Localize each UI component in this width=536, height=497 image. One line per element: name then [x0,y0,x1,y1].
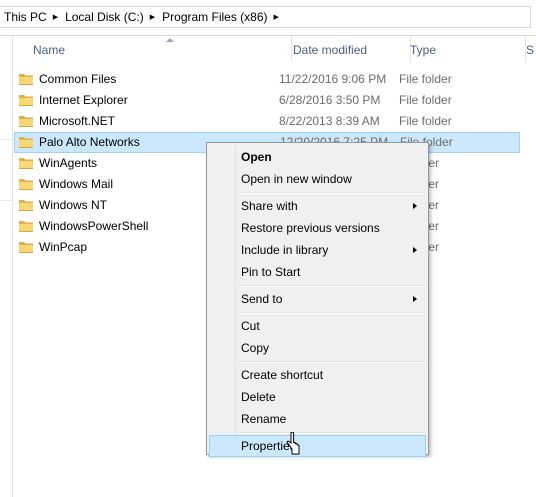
file-name: Microsoft.NET [39,114,116,128]
menu-item-label: Open in new window [241,172,352,186]
folder-icon [19,242,33,253]
chevron-right-icon [413,247,417,253]
menu-item-label: Create shortcut [241,368,324,382]
file-date-modified: 11/22/2016 9:06 PM [279,72,387,86]
file-row[interactable]: Internet Explorer 6/28/2016 3:50 PM File f… [14,90,520,111]
file-row[interactable]: Common Files 11/22/2016 9:06 PM File folde… [14,69,520,90]
file-name: WindowsPowerShell [39,219,149,233]
menu-separator [239,312,426,314]
file-name: Windows NT [39,198,108,212]
menu-item-cut[interactable]: Cut [209,315,426,337]
column-header-name[interactable]: Name [33,36,292,62]
menu-item-label: Send to [241,292,283,306]
folder-icon [19,200,33,211]
menu-item-label: Restore previous versions [241,221,380,235]
folder-icon [19,95,33,106]
menu-item-label: Delete [241,390,276,404]
file-date-modified: 6/28/2016 3:50 PM [279,93,381,107]
menu-item-label: Cut [241,319,260,333]
file-name: Palo Alto Networks [39,135,140,149]
context-menu: Open Open in new window Share with Restore … [206,142,429,457]
menu-item-label: Open [241,150,272,164]
menu-item-open-in-new-window[interactable]: Open in new window [209,168,426,190]
chevron-right-icon [413,203,417,209]
breadcrumb-local-disk[interactable]: Local Disk (C:) [65,10,144,24]
menu-item-label: Pin to Start [241,265,301,279]
menu-item-send-to[interactable]: Send to [209,288,426,310]
folder-icon [19,74,33,85]
chevron-right-icon[interactable]: ▶ [274,13,279,21]
column-header-row: Name Date modified Type S [14,36,536,63]
file-type: File folder [399,72,452,86]
menu-item-share-with[interactable]: Share with [209,195,426,217]
chevron-right-icon[interactable]: ▶ [53,13,58,21]
folder-icon [19,137,33,148]
menu-item-create-shortcut[interactable]: Create shortcut [209,364,426,386]
breadcrumb-program-files-x86[interactable]: Program Files (x86) [162,10,267,24]
menu-separator [239,361,426,363]
file-name: WinPcap [39,240,88,254]
menu-item-delete[interactable]: Delete [209,386,426,408]
breadcrumb-this-pc[interactable]: This PC [4,10,47,24]
menu-item-copy[interactable]: Copy [209,337,426,359]
menu-item-include-in-library[interactable]: Include in library [209,239,426,261]
file-name: WinAgents [39,156,98,170]
folder-icon [19,179,33,190]
breadcrumb[interactable]: This PC ▶ Local Disk (C:) ▶ Program File… [0,6,531,28]
menu-item-restore-previous-versions[interactable]: Restore previous versions [209,217,426,239]
file-type: File folder [399,114,452,128]
chevron-right-icon[interactable]: ▶ [150,13,155,21]
file-date-modified: 8/22/2013 8:39 AM [279,114,380,128]
menu-item-label: Include in library [241,243,329,257]
column-header-size[interactable]: S [526,36,536,62]
menu-item-pin-to-start[interactable]: Pin to Start [209,261,426,283]
menu-item-label: Rename [241,412,287,426]
menu-item-rename[interactable]: Rename [209,408,426,430]
folder-icon [19,221,33,232]
menu-item-label: Share with [241,199,298,213]
file-row[interactable]: Microsoft.NET 8/22/2013 8:39 AM File folde… [14,111,520,132]
menu-separator [239,285,426,287]
folder-icon [19,116,33,127]
chevron-right-icon [413,296,417,302]
folder-icon [19,158,33,169]
file-name: Windows Mail [39,177,114,191]
menu-item-properties[interactable]: Properties [209,435,426,457]
navigation-pane-item[interactable] [0,139,12,201]
file-name: Common Files [39,72,117,86]
menu-item-label: Copy [241,341,270,355]
navigation-pane[interactable] [0,36,13,497]
column-header-date-modified[interactable]: Date modified [292,36,411,62]
column-header-type[interactable]: Type [410,36,526,62]
menu-item-open[interactable]: Open [209,146,426,168]
mouse-pointer-icon [286,432,300,455]
file-type: File folder [399,93,452,107]
address-bar: This PC ▶ Local Disk (C:) ▶ Program File… [0,0,536,36]
menu-separator [239,432,426,434]
menu-separator [239,192,426,194]
file-name: Internet Explorer [39,93,128,107]
